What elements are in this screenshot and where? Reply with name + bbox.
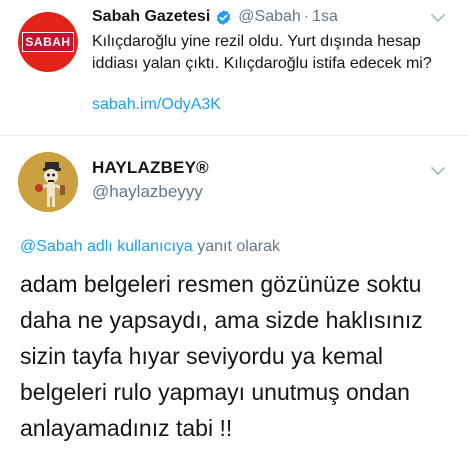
- replying-to-line: @Sabah adlı kullanıcıya yanıt olarak: [20, 238, 280, 256]
- chevron-down-icon[interactable]: [430, 10, 446, 26]
- original-tweet[interactable]: SABAH Sabah Gazetesi @Sabah · 1sa Kılıçd…: [0, 0, 468, 138]
- sabah-avatar-logo: SABAH: [22, 32, 74, 52]
- reply-author-display-name[interactable]: HAYLAZBEY®: [92, 158, 209, 178]
- skeleton-figure-avatar-image: [18, 152, 78, 212]
- reply-text-line: adam belgeleri resmen gözünüze soktu: [20, 271, 422, 297]
- author-display-name[interactable]: Sabah Gazetesi: [92, 8, 210, 26]
- replying-to-mention[interactable]: @Sabah adlı kullanıcıya: [20, 238, 193, 255]
- tweet-link[interactable]: sabah.im/OdyA3K: [92, 96, 221, 114]
- chevron-down-icon[interactable]: [430, 163, 446, 179]
- original-tweet-text: Kılıçdaroğlu yine rezil oldu. Yurt dışın…: [92, 33, 432, 72]
- reply-tweet-text: adam belgeleri resmen gözünüze soktu dah…: [20, 266, 460, 446]
- verified-badge-icon: [217, 9, 231, 25]
- tweet-divider: [0, 135, 468, 136]
- sabah-avatar[interactable]: SABAH: [18, 12, 78, 72]
- reply-text-line: daha ne yapsaydı, ama sizde haklısınız: [20, 307, 423, 333]
- reply-text-line: sizin tayfa hıyar seviyordu ya kemal: [20, 343, 384, 369]
- original-tweet-header: Sabah Gazetesi @Sabah · 1sa: [92, 4, 338, 30]
- tweet-timestamp[interactable]: 1sa: [312, 8, 338, 26]
- reply-author-handle[interactable]: @haylazbeyyy: [92, 182, 203, 202]
- reply-text-line: belgeleri rulo yapmayı unutmuş ondan: [20, 379, 410, 405]
- reply-text-line: anlayamadınız tabi !!: [20, 415, 233, 441]
- separator-dot: ·: [303, 8, 310, 25]
- haylazbey-avatar[interactable]: [18, 152, 78, 212]
- author-handle[interactable]: @Sabah: [238, 8, 301, 26]
- replying-to-suffix: yanıt olarak: [197, 238, 280, 255]
